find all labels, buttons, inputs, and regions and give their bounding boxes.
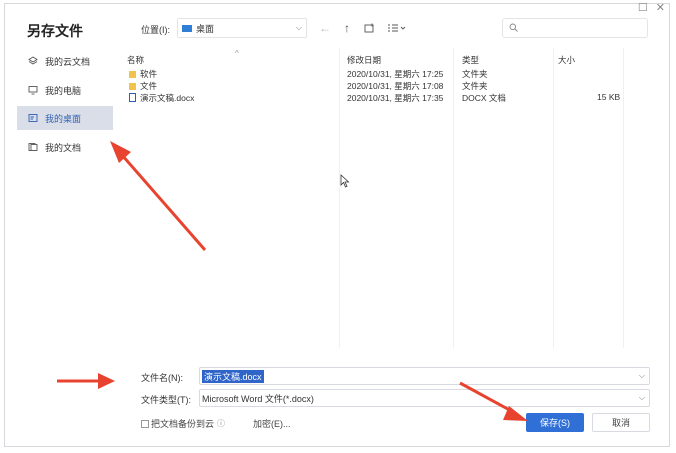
column-header-size[interactable]: 大小 [558, 54, 575, 66]
folder-icon [129, 71, 136, 78]
mouse-cursor-icon [340, 174, 350, 190]
view-options-icon[interactable] [385, 20, 409, 36]
chevron-down-icon: ⌵ [295, 23, 302, 32]
folder-icon [129, 83, 136, 90]
dialog-title: 另存文件 [27, 23, 83, 39]
file-type-cell: DOCX 文档 [462, 93, 506, 103]
desktop-folder-icon [182, 24, 192, 32]
computer-icon [27, 84, 39, 96]
sidebar-item-computer[interactable]: 我的电脑 [17, 78, 113, 102]
file-date-cell: 2020/10/31, 星期六 17:25 [347, 69, 444, 79]
window-controls: ☐ ✕ [638, 1, 665, 14]
filename-value: 演示文稿.docx [202, 369, 264, 383]
filename-label: 文件名(N): [141, 373, 183, 383]
file-type-cell: 文件夹 [462, 69, 488, 79]
table-row[interactable]: 软件 2020/10/31, 星期六 17:25 文件夹 [127, 68, 627, 79]
filetype-value: Microsoft Word 文件(*.docx) [202, 393, 314, 404]
up-arrow-icon[interactable]: ↑ [339, 20, 355, 36]
column-header-type[interactable]: 类型 [462, 54, 479, 66]
filetype-select[interactable]: Microsoft Word 文件(*.docx) ⌵ [199, 389, 650, 407]
backup-to-cloud-checkbox[interactable]: 把文档备份到云 ⓘ [141, 417, 225, 430]
encrypt-button[interactable]: 加密(E)... [253, 417, 291, 430]
chevron-down-icon: ⌵ [638, 393, 645, 402]
table-row[interactable]: 演示文稿.docx 2020/10/31, 星期六 17:35 DOCX 文档 … [127, 92, 627, 103]
maximize-icon[interactable]: ☐ [638, 1, 648, 14]
file-list: ^ 名称 修改日期 类型 大小 软件 2020/10/31, 星期六 17:25… [127, 48, 627, 358]
location-value: 桌面 [196, 23, 215, 34]
new-folder-icon[interactable] [361, 20, 377, 36]
sort-caret-icon: ^ [235, 49, 239, 58]
filename-field[interactable]: 演示文稿.docx ⌵ [199, 367, 650, 385]
search-box[interactable] [502, 18, 648, 38]
file-type-cell: 文件夹 [462, 81, 488, 91]
file-size-cell: 15 KB [597, 92, 621, 102]
left-pane: 另存文件 我的云文档 我的电脑 我的桌面 我的文档 [5, 4, 120, 446]
back-arrow-icon[interactable]: ← [317, 20, 333, 36]
sidebar-item-label: 我的文档 [45, 142, 82, 153]
documents-icon [27, 141, 39, 153]
file-date-cell: 2020/10/31, 星期六 17:08 [347, 81, 444, 91]
docx-icon [129, 93, 136, 102]
desktop-icon [27, 112, 39, 124]
save-form: 文件名(N): 演示文稿.docx ⌵ 文件类型(T): Microsoft W… [127, 361, 667, 441]
chevron-down-icon[interactable]: ⌵ [639, 371, 645, 381]
save-as-dialog: ☐ ✕ 另存文件 我的云文档 我的电脑 我的桌面 我的文档 位置(I): 桌面 … [4, 1, 670, 447]
cloud-doc-icon [27, 55, 39, 67]
close-icon[interactable]: ✕ [656, 1, 665, 14]
file-date-cell: 2020/10/31, 星期六 17:35 [347, 93, 444, 103]
checkbox-box[interactable] [141, 419, 149, 428]
sidebar-item-desktop[interactable]: 我的桌面 [17, 106, 113, 130]
search-input[interactable] [522, 22, 646, 34]
table-row[interactable]: 文件 2020/10/31, 星期六 17:08 文件夹 [127, 80, 627, 91]
file-name-cell: 文件 [129, 80, 157, 92]
sidebar-item-cloud-docs[interactable]: 我的云文档 [17, 49, 113, 73]
info-icon[interactable]: ⓘ [217, 418, 225, 429]
search-icon [509, 23, 518, 34]
location-label: 位置(I): [141, 25, 170, 35]
cancel-button[interactable]: 取消 [592, 413, 650, 432]
sidebar-item-label: 我的电脑 [45, 85, 82, 96]
file-name-cell: 软件 [129, 68, 157, 80]
filetype-label: 文件类型(T): [141, 395, 191, 405]
file-name-cell: 演示文稿.docx [129, 92, 194, 104]
sidebar-item-label: 我的云文档 [45, 56, 91, 67]
location-toolbar: 位置(I): 桌面 ⌵ ← ↑ [127, 17, 667, 41]
backup-label: 把文档备份到云 [151, 419, 215, 429]
sidebar-item-documents[interactable]: 我的文档 [17, 135, 113, 159]
column-header-date[interactable]: 修改日期 [347, 54, 381, 66]
column-header-name[interactable]: 名称 [127, 54, 144, 66]
save-button[interactable]: 保存(S) [526, 413, 584, 432]
location-dropdown[interactable]: 桌面 ⌵ [177, 18, 307, 38]
sidebar-item-label: 我的桌面 [45, 113, 82, 124]
